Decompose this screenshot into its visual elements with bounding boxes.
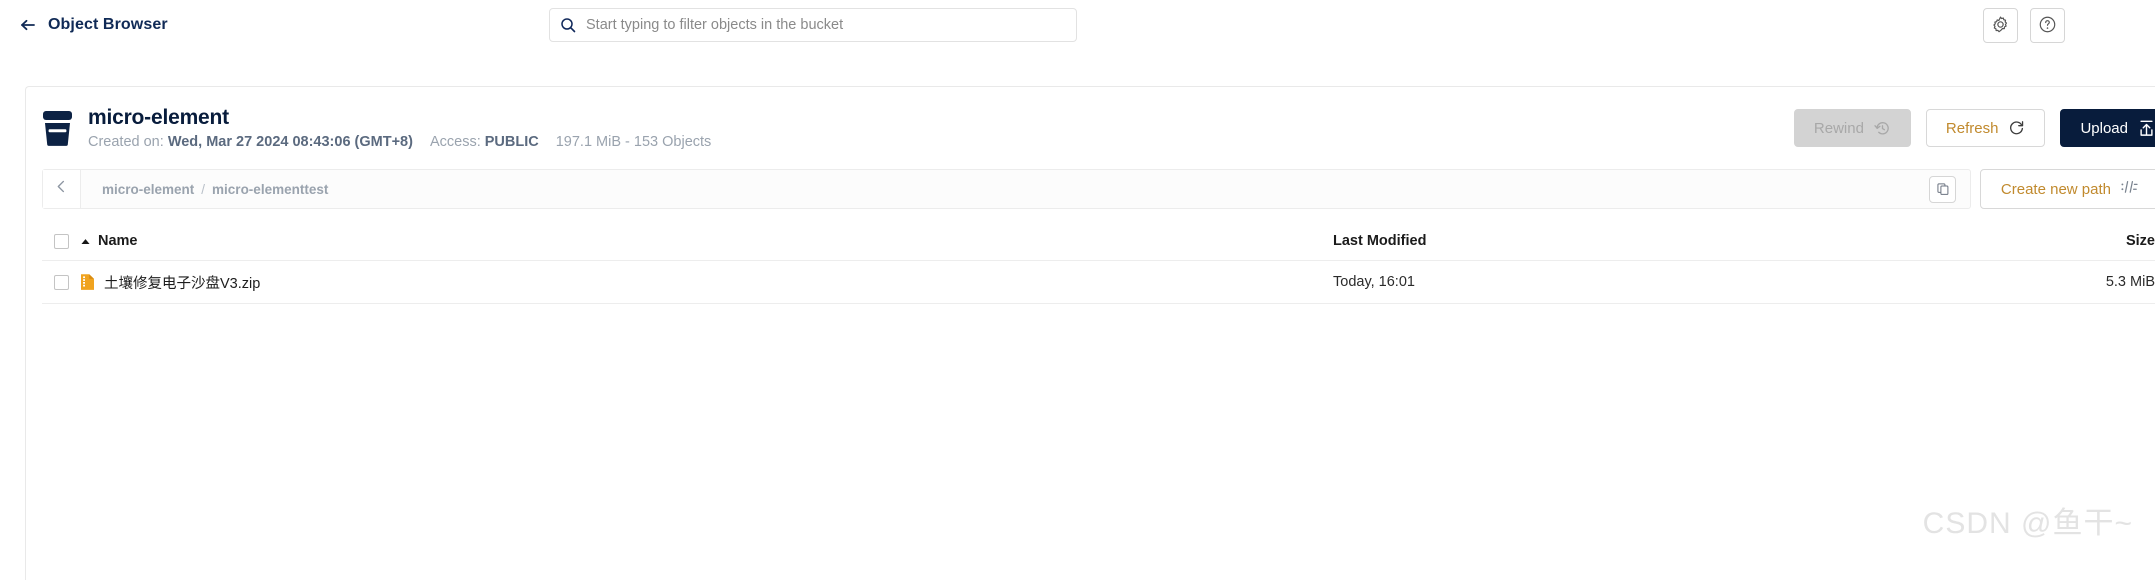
zip-file-icon — [80, 273, 95, 291]
breadcrumb-bar: micro-element / micro-elementtest — [42, 169, 1971, 209]
row-checkbox[interactable] — [53, 274, 69, 290]
upload-icon — [2138, 120, 2155, 137]
bucket-icon — [42, 110, 73, 146]
search-input[interactable] — [586, 17, 1066, 33]
column-header-name[interactable]: Name — [80, 233, 1333, 249]
rewind-button-label: Rewind — [1813, 119, 1864, 137]
sort-ascending-icon — [80, 233, 91, 249]
refresh-icon — [2008, 120, 2025, 137]
table-header-row: Name Last Modified Size — [42, 222, 2155, 261]
column-header-last-modified[interactable]: Last Modified — [1333, 233, 2033, 249]
copy-icon — [1929, 175, 1957, 203]
breadcrumb-segment-folder[interactable]: micro-elementtest — [212, 182, 328, 197]
settings-button[interactable] — [1983, 8, 2018, 43]
bucket-name: micro-element — [88, 106, 229, 129]
access-label: Access: — [429, 134, 481, 150]
object-browser-page: Object Browser Start typing to filter ob… — [0, 0, 2155, 580]
top-bar: Object Browser — [0, 0, 2155, 50]
select-all-cell — [42, 233, 80, 249]
row-name-cell: 土壤修复电子沙盘V3.zip — [80, 272, 1333, 293]
object-filter-search[interactable] — [549, 8, 1077, 42]
help-circle-icon — [2038, 15, 2057, 37]
row-select-cell — [42, 274, 80, 290]
access-value: PUBLIC — [484, 134, 539, 150]
object-last-modified: Today, 16:01 — [1333, 274, 1415, 290]
create-new-path-label: Create new path — [2000, 180, 2111, 198]
objects-table: Name Last Modified Size 土壤修复电子沙盘V3.zip T… — [42, 222, 2155, 304]
path-icon — [2120, 180, 2138, 198]
created-value: Wed, Mar 27 2024 08:43:06 (GMT+8) — [167, 134, 413, 150]
breadcrumb-segment-bucket[interactable]: micro-element — [102, 182, 194, 197]
upload-button[interactable]: Upload — [2060, 109, 2155, 147]
bucket-size-objects: 197.1 MiB - 153 Objects — [555, 134, 712, 150]
column-label-last-modified: Last Modified — [1333, 233, 1427, 249]
created-label: Created on: — [88, 134, 164, 150]
breadcrumb-row: micro-element / micro-elementtest Create… — [42, 169, 2155, 209]
chevron-left-icon — [54, 179, 69, 199]
object-size: 5.3 MiB — [2105, 274, 2155, 290]
page-title: Object Browser — [48, 16, 168, 33]
column-label-name: Name — [98, 233, 138, 249]
rewind-clock-icon — [1874, 120, 1891, 137]
create-new-path-button[interactable]: Create new path — [1979, 169, 2155, 209]
column-label-size: Size — [2125, 233, 2155, 249]
refresh-button-label: Refresh — [1945, 119, 1999, 137]
upload-button-label: Upload — [2080, 119, 2128, 137]
bucket-header: micro-element Created on: Wed, Mar 27 20… — [26, 87, 2155, 169]
back-to-object-browser[interactable]: Object Browser — [19, 16, 168, 34]
table-row[interactable]: 土壤修复电子沙盘V3.zip Today, 16:01 5.3 MiB — [42, 261, 2155, 304]
row-size: 5.3 MiB — [2033, 274, 2155, 290]
bucket-panel: micro-element Created on: Wed, Mar 27 20… — [25, 86, 2155, 580]
arrow-left-icon — [19, 16, 37, 34]
bucket-meta: Created on: Wed, Mar 27 2024 08:43:06 (G… — [88, 134, 711, 150]
copy-path-button[interactable] — [1924, 170, 1962, 208]
help-button[interactable] — [2030, 8, 2065, 43]
search-icon — [560, 17, 576, 33]
select-all-checkbox[interactable] — [53, 233, 69, 249]
breadcrumb-back-button[interactable] — [43, 170, 81, 208]
breadcrumb-separator: / — [201, 181, 206, 197]
column-header-size[interactable]: Size — [2033, 233, 2155, 249]
gear-icon — [1991, 15, 2010, 37]
row-last-modified: Today, 16:01 — [1333, 274, 2033, 290]
refresh-button[interactable]: Refresh — [1925, 109, 2046, 147]
bucket-texts: micro-element Created on: Wed, Mar 27 20… — [88, 106, 711, 150]
breadcrumb: micro-element / micro-elementtest — [81, 170, 328, 208]
bucket-header-actions: Rewind Refresh Upload — [1793, 109, 2155, 147]
object-name[interactable]: 土壤修复电子沙盘V3.zip — [104, 272, 260, 293]
rewind-button[interactable]: Rewind — [1793, 109, 1911, 147]
